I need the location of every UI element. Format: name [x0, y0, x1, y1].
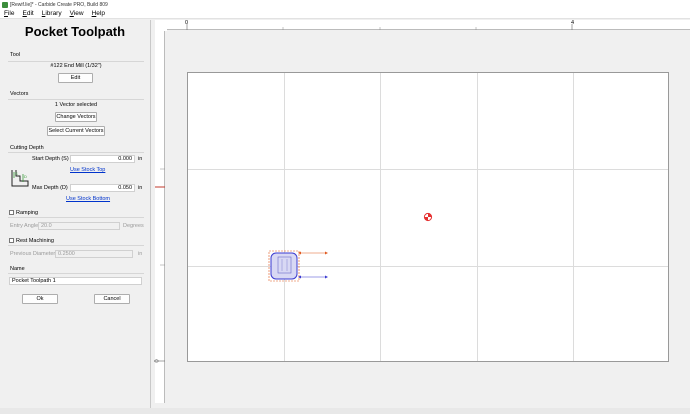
menu-library[interactable]: Library [42, 10, 62, 17]
menu-view[interactable]: View [70, 10, 84, 17]
ramping-checkbox[interactable] [9, 210, 14, 215]
start-depth-input[interactable]: 0.000 [70, 155, 135, 163]
entry-angle-input[interactable]: 20.0 [38, 222, 120, 230]
previous-diameter-unit: in [138, 251, 143, 257]
top-ruler-zero-label: 0 [185, 20, 189, 26]
edit-tool-button[interactable]: Edit [58, 73, 93, 83]
rest-machining-separator [8, 245, 144, 246]
cutting-depth-section-label: Cutting Depth [10, 145, 44, 151]
grid-line-horizontal [188, 169, 668, 170]
max-depth-unit: in [138, 185, 143, 191]
menu-edit-rest: dit [26, 10, 34, 17]
grid-line-vertical [477, 73, 478, 361]
vectors-selected-count: 1 Vector selected [54, 102, 98, 108]
entry-angle-label: Entry Angle [10, 223, 39, 229]
tool-name: #122 End Mill (1/32") [50, 63, 102, 69]
change-vectors-button[interactable]: Change Vectors [55, 112, 97, 122]
menu-bar: File Edit Library View Help [0, 9, 690, 19]
origin-marker-icon [423, 212, 433, 222]
ramping-separator [8, 217, 144, 218]
top-ruler-ticks [186, 24, 573, 30]
rest-machining-label: Rest Machining [16, 238, 54, 244]
use-stock-top-link[interactable]: Use Stock Top [70, 167, 105, 173]
name-section-label: Name [10, 266, 25, 272]
menu-library-rest: ibrary [45, 10, 62, 17]
grid-line-vertical [380, 73, 381, 361]
menu-help-rest: elp [96, 10, 105, 17]
top-ruler: 0 4 [167, 20, 690, 30]
max-depth-input[interactable]: 0.050 [70, 184, 135, 192]
grid-line-horizontal [188, 266, 668, 267]
app-icon [2, 1, 8, 8]
left-ruler: 0 [155, 31, 165, 403]
status-bar [0, 408, 690, 414]
menu-file[interactable]: File [4, 10, 15, 17]
title-bar: [Rewif.lie]* - Carbide Create PRO, Build… [0, 0, 690, 9]
panel-divider[interactable] [150, 20, 151, 408]
menu-file-rest: ile [7, 10, 15, 17]
selected-vector[interactable] [268, 250, 330, 282]
toolpath-name-input[interactable]: Pocket Toolpath 1 [9, 277, 142, 285]
ok-button[interactable]: Ok [22, 294, 58, 304]
start-depth-unit: in [138, 156, 143, 162]
menu-view-rest: iew [73, 10, 84, 17]
tool-section-label: Tool [10, 52, 21, 58]
tool-separator [8, 61, 144, 62]
menu-edit[interactable]: Edit [23, 10, 34, 17]
vectors-separator [8, 99, 144, 100]
previous-diameter-label: Previous Diameter [10, 251, 56, 257]
cutting-depth-separator [8, 152, 144, 153]
svg-text:D: D [24, 174, 27, 179]
window-title: [Rewif.lie]* - Carbide Create PRO, Build… [10, 1, 108, 8]
svg-text:S: S [15, 171, 18, 176]
panel-title: Pocket Toolpath [24, 24, 126, 39]
ruler-corner [155, 20, 167, 31]
start-depth-label: Start Depth (S) [32, 156, 69, 162]
left-ruler-zero-label: 0 [154, 359, 161, 363]
app-window: [Rewif.lie]* - Carbide Create PRO, Build… [0, 0, 690, 414]
ramping-label: Ramping [16, 210, 39, 216]
left-ruler-ticks [155, 168, 165, 362]
depth-diagram-icon: S D [11, 170, 29, 187]
pocket-toolpath-panel: Pocket Toolpath Tool #122 End Mill (1/32… [0, 20, 150, 408]
select-current-vectors-button[interactable]: Select Current Vectors [47, 126, 105, 136]
grid-line-vertical [284, 73, 285, 361]
grid-line-vertical [573, 73, 574, 361]
menu-help[interactable]: Help [92, 10, 105, 17]
cancel-button[interactable]: Cancel [94, 294, 130, 304]
rest-machining-checkbox[interactable] [9, 238, 14, 243]
vectors-section-label: Vectors [10, 91, 29, 97]
top-ruler-four-label: 4 [571, 20, 575, 26]
previous-diameter-input[interactable]: 0.2500 [55, 250, 133, 258]
use-stock-bottom-link[interactable]: Use Stock Bottom [66, 196, 110, 202]
max-depth-label: Max Depth (D) [32, 185, 68, 191]
name-separator [8, 273, 144, 274]
entry-angle-unit: Degrees [123, 223, 144, 229]
